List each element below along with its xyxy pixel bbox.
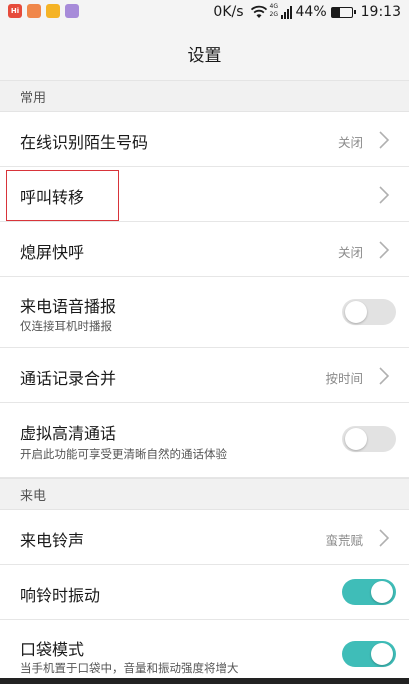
hd-call-toggle[interactable] — [342, 426, 396, 452]
row-value: 蛮荒赋 — [325, 533, 363, 548]
signal-type-top: 4G — [269, 3, 278, 10]
wifi-icon — [250, 5, 267, 18]
app-notification-icon — [46, 4, 60, 18]
section-header-incoming: 来电 — [0, 478, 409, 510]
setting-row-vibrate-when-ringing: 响铃时振动 — [0, 565, 409, 620]
row-label: 熄屏快呼 — [20, 243, 85, 262]
setting-row-hd-call: 虚拟高清通话 开启此功能可享受更清晰自然的通话体验 — [0, 403, 409, 478]
row-value: 关闭 — [337, 135, 363, 150]
setting-row-merge-call-log[interactable]: 通话记录合并 按时间 — [0, 348, 409, 403]
app-notification-icon — [27, 4, 41, 18]
pocket-mode-toggle[interactable] — [342, 641, 396, 667]
battery-percent: 44% — [295, 4, 327, 20]
section-header-common: 常用 — [0, 80, 409, 112]
status-bar: Hi 0K/s 4G 2G 44% 19:13 — [0, 0, 409, 26]
row-label: 响铃时振动 — [20, 586, 101, 605]
bottom-edge — [0, 678, 409, 684]
row-label: 口袋模式 — [20, 640, 85, 659]
setting-row-screen-off-quick-call[interactable]: 熄屏快呼 关闭 — [0, 222, 409, 277]
signal-type-bottom: 2G — [269, 11, 278, 18]
row-label: 来电语音播报 — [20, 297, 117, 316]
chevron-right-icon — [379, 131, 390, 149]
row-value: 关闭 — [337, 245, 363, 260]
row-label: 在线识别陌生号码 — [20, 133, 149, 152]
battery-icon — [330, 6, 356, 18]
row-value: 按时间 — [325, 371, 363, 386]
app-notification-icon — [65, 4, 79, 18]
setting-row-ringtone[interactable]: 来电铃声 蛮荒赋 — [0, 510, 409, 565]
page-title: 设置 — [187, 45, 222, 66]
row-subtitle: 仅连接耳机时播报 — [20, 319, 112, 333]
highlight-annotation — [6, 170, 119, 221]
app-notification-icon: Hi — [8, 4, 22, 18]
signal-bars — [280, 6, 292, 19]
toggle-knob — [371, 643, 393, 665]
setting-row-caller-announcement: 来电语音播报 仅连接耳机时播报 — [0, 277, 409, 348]
vibrate-toggle[interactable] — [342, 579, 396, 605]
status-indicators: 0K/s 4G 2G 44% 19:13 — [213, 3, 401, 21]
network-speed: 0K/s — [213, 4, 244, 20]
chevron-right-icon — [379, 186, 390, 204]
row-subtitle: 开启此功能可享受更清晰自然的通话体验 — [20, 447, 227, 461]
chevron-right-icon — [379, 367, 390, 385]
clock: 19:13 — [360, 4, 401, 20]
row-subtitle: 当手机置于口袋中，音量和振动强度将增大 — [20, 661, 239, 675]
setting-row-pocket-mode: 口袋模式 当手机置于口袋中，音量和振动强度将增大 — [0, 620, 409, 678]
cell-signal-icon: 4G 2G — [270, 3, 292, 21]
setting-row-unknown-number-id[interactable]: 在线识别陌生号码 关闭 — [0, 112, 409, 167]
toggle-knob — [345, 428, 367, 450]
toggle-knob — [371, 581, 393, 603]
notification-icons: Hi — [8, 4, 79, 18]
row-label: 来电铃声 — [20, 531, 85, 550]
title-bar: 设置 — [0, 26, 409, 80]
row-label: 虚拟高清通话 — [20, 424, 117, 443]
toggle-knob — [345, 301, 367, 323]
caller-announcement-toggle[interactable] — [342, 299, 396, 325]
row-label: 通话记录合并 — [20, 369, 117, 388]
chevron-right-icon — [379, 529, 390, 547]
chevron-right-icon — [379, 241, 390, 259]
